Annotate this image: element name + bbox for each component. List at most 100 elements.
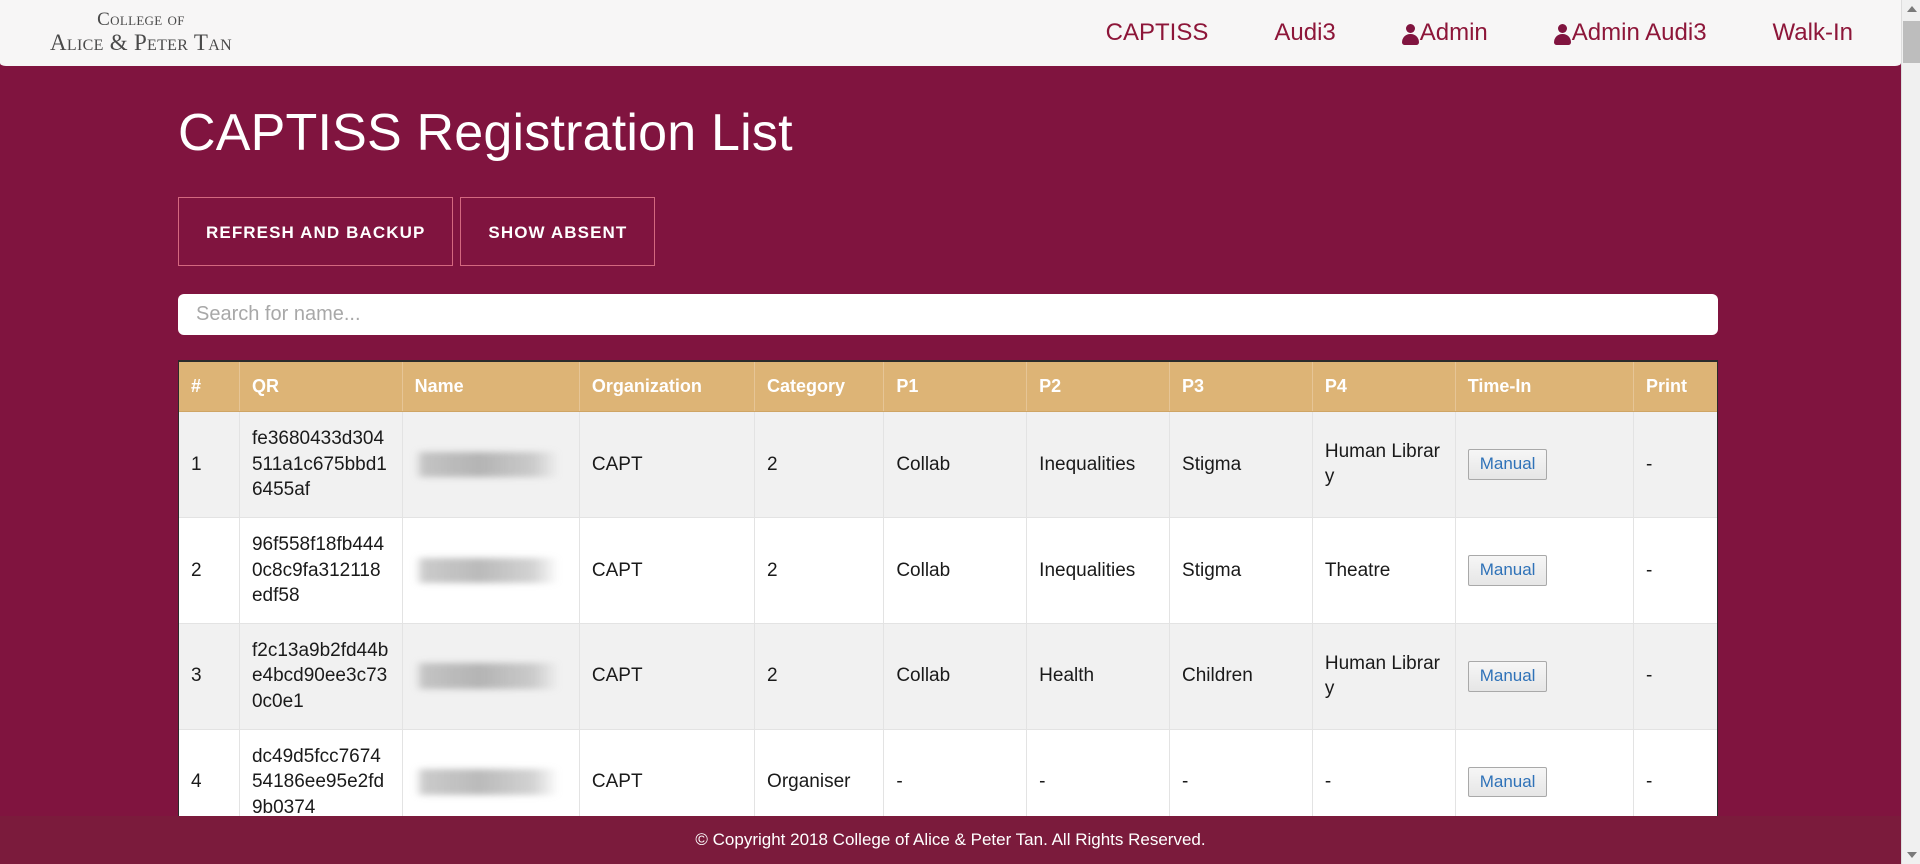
cell-time-in: Manual	[1455, 411, 1635, 518]
scroll-up-arrow-icon[interactable]	[1902, 0, 1920, 18]
manual-time-in-button[interactable]: Manual	[1467, 767, 1548, 798]
scroll-down-arrow-icon[interactable]	[1902, 846, 1920, 864]
copyright-text: © Copyright 2018 College of Alice & Pete…	[695, 830, 1206, 849]
cell-index: 3	[179, 623, 240, 730]
cell-category: 2	[754, 623, 885, 730]
action-button-row: REFRESH AND BACKUP SHOW ABSENT	[178, 197, 1901, 266]
cell-name: XXXXXXXX XXX	[402, 623, 580, 730]
column-header-index[interactable]: #	[179, 362, 240, 412]
column-header-print[interactable]: Print	[1633, 362, 1717, 412]
nav-link-audi3[interactable]: Audi3	[1274, 13, 1335, 53]
column-header-organization[interactable]: Organization	[579, 362, 756, 412]
cell-qr: dc49d5fcc767454186ee95e2fd9b0374	[239, 729, 403, 822]
cell-time-in: Manual	[1455, 517, 1635, 624]
cell-category: 2	[754, 517, 885, 624]
user-icon	[1401, 23, 1419, 45]
nav-link-walk-in[interactable]: Walk-In	[1773, 13, 1853, 53]
top-navigation-bar: College of Alice & Peter Tan CAPTISS Aud…	[0, 0, 1901, 69]
redacted-name: XXXXXXXX XXX	[414, 557, 560, 584]
nav-link-admin[interactable]: Admin	[1401, 13, 1488, 53]
cell-p4: Human Library	[1312, 411, 1456, 518]
column-header-p2[interactable]: P2	[1026, 362, 1171, 412]
brand-line-1: College of	[97, 9, 185, 31]
column-header-category[interactable]: Category	[754, 362, 885, 412]
cell-p3: Stigma	[1169, 411, 1313, 518]
registration-table: # QR Name Organization Category P1 P2 P3…	[179, 362, 1717, 822]
cell-print: -	[1633, 623, 1717, 730]
table-header: # QR Name Organization Category P1 P2 P3…	[179, 362, 1717, 412]
manual-time-in-button[interactable]: Manual	[1467, 661, 1548, 692]
nav-link-label: Admin	[1419, 19, 1488, 46]
cell-time-in: Manual	[1455, 729, 1635, 822]
table-header-row: # QR Name Organization Category P1 P2 P3…	[179, 362, 1717, 412]
cell-index: 4	[179, 729, 240, 822]
cell-print: -	[1633, 411, 1717, 518]
redacted-name: XXXXXXXX XXX	[414, 451, 560, 478]
column-header-p4[interactable]: P4	[1312, 362, 1456, 412]
table-row: 1fe3680433d304511a1c675bbd16455af XXXXXXX…	[179, 411, 1717, 518]
table-row: 4dc49d5fcc767454186ee95e2fd9b0374 XXXXXXX…	[179, 729, 1717, 822]
brand-line-2: Alice & Peter Tan	[50, 29, 232, 55]
column-header-p1[interactable]: P1	[883, 362, 1028, 412]
nav-link-label: Admin Audi3	[1571, 19, 1707, 46]
nav-link-label: Audi3	[1274, 19, 1336, 46]
table-row: 296f558f18fb4440c8c9fa312118edf58XXXXXXX…	[179, 517, 1717, 624]
table-body: 1fe3680433d304511a1c675bbd16455af XXXXXXX…	[179, 411, 1717, 822]
cell-qr: fe3680433d304511a1c675bbd16455af	[239, 411, 403, 518]
cell-p2: Inequalities	[1026, 411, 1171, 518]
column-header-name[interactable]: Name	[402, 362, 580, 412]
nav-link-captiss[interactable]: CAPTISS	[1106, 13, 1209, 53]
browser-viewport: College of Alice & Peter Tan CAPTISS Aud…	[0, 0, 1920, 864]
cell-organization: CAPT	[579, 517, 756, 624]
cell-p4: -	[1312, 729, 1456, 822]
cell-p4: Theatre	[1312, 517, 1456, 624]
scrollbar-thumb[interactable]	[1903, 21, 1920, 63]
cell-name: XXXXXXXX XXX	[402, 729, 580, 822]
college-logo[interactable]: College of Alice & Peter Tan	[50, 10, 232, 55]
column-header-qr[interactable]: QR	[239, 362, 403, 412]
nav-link-admin-audi3[interactable]: Admin Audi3	[1553, 13, 1707, 53]
show-absent-button[interactable]: SHOW ABSENT	[460, 197, 656, 266]
refresh-and-backup-button[interactable]: REFRESH AND BACKUP	[178, 197, 454, 266]
cell-p3: -	[1169, 729, 1313, 822]
redacted-name: XXXXXXXX XXX	[414, 663, 560, 690]
cell-organization: CAPT	[579, 623, 756, 730]
column-header-p3[interactable]: P3	[1169, 362, 1313, 412]
cell-qr: 96f558f18fb4440c8c9fa312118edf58	[239, 517, 403, 624]
cell-index: 1	[179, 411, 240, 518]
cell-name: XXXXXXXX XXX	[402, 411, 580, 518]
cell-category: Organiser	[754, 729, 885, 822]
cell-organization: CAPT	[579, 729, 756, 822]
cell-print: -	[1633, 729, 1717, 822]
cell-time-in: Manual	[1455, 623, 1635, 730]
nav-link-label: CAPTISS	[1105, 19, 1209, 46]
cell-p1: -	[883, 729, 1028, 822]
cell-p3: Children	[1169, 623, 1313, 730]
main-content: CAPTISS Registration List REFRESH AND BA…	[0, 69, 1901, 864]
manual-time-in-button[interactable]: Manual	[1467, 555, 1548, 586]
cell-qr: f2c13a9b2fd44be4bcd90ee3c730c0e1	[239, 623, 403, 730]
cell-p1: Collab	[883, 623, 1028, 730]
cell-p1: Collab	[883, 411, 1028, 518]
redacted-name: XXXXXXXX XXX	[414, 769, 560, 796]
search-container	[178, 294, 1901, 335]
cell-category: 2	[754, 411, 885, 518]
page-footer: © Copyright 2018 College of Alice & Pete…	[0, 816, 1901, 864]
page-scrollbar[interactable]	[1901, 0, 1920, 864]
cell-index: 2	[179, 517, 240, 624]
cell-p4: Human Library	[1312, 623, 1456, 730]
cell-name: XXXXXXXX XXX	[402, 517, 580, 624]
cell-p1: Collab	[883, 517, 1028, 624]
search-input[interactable]	[178, 294, 1718, 335]
nav-link-label: Walk-In	[1772, 19, 1853, 46]
cell-p3: Stigma	[1169, 517, 1313, 624]
cell-p2: -	[1026, 729, 1171, 822]
cell-organization: CAPT	[579, 411, 756, 518]
cell-print: -	[1633, 517, 1717, 624]
manual-time-in-button[interactable]: Manual	[1467, 449, 1548, 480]
table-row: 3f2c13a9b2fd44be4bcd90ee3c730c0e1 XXXXXXX…	[179, 623, 1717, 730]
user-icon	[1553, 23, 1571, 45]
page-title: CAPTISS Registration List	[178, 104, 793, 162]
nav-links: CAPTISS Audi3 Admin Admin Audi3 Walk-In	[1106, 13, 1901, 53]
column-header-time-in[interactable]: Time-In	[1455, 362, 1635, 412]
